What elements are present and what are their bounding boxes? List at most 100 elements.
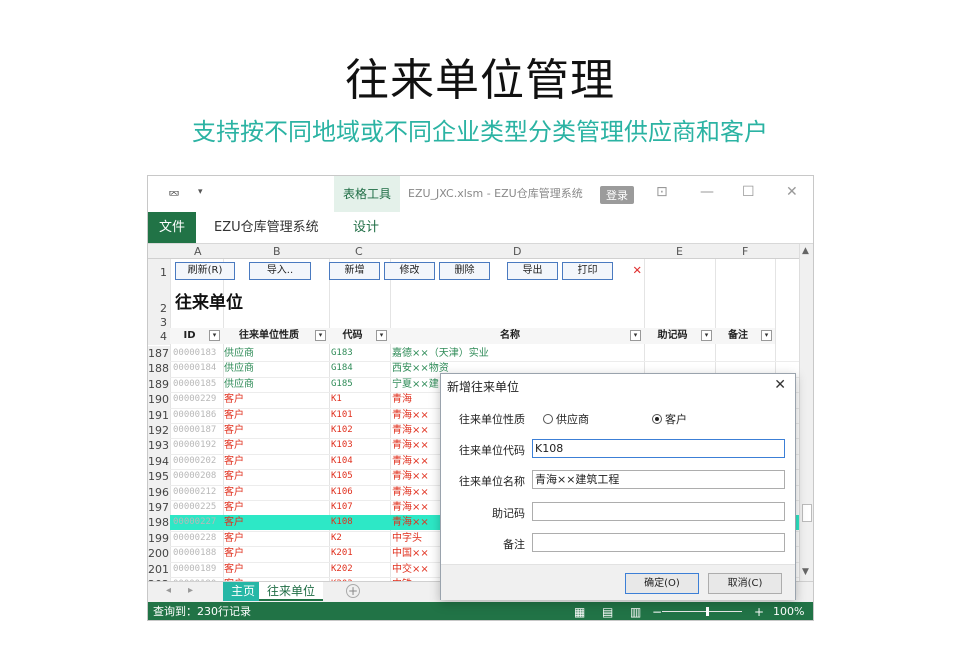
table-row[interactable]: 00000183 供应商 G183 嘉德××（天津）实业 bbox=[170, 346, 799, 361]
scroll-up-icon[interactable]: ▲ bbox=[802, 246, 809, 256]
filter-dropdown-icon[interactable]: ▾ bbox=[761, 330, 772, 341]
cell-type[interactable]: 客户 bbox=[224, 469, 244, 484]
filter-dropdown-icon[interactable]: ▾ bbox=[701, 330, 712, 341]
cell-id[interactable]: 00000229 bbox=[173, 392, 216, 407]
row-number[interactable]: 187 bbox=[148, 346, 170, 362]
cell-type[interactable]: 客户 bbox=[224, 423, 244, 438]
row-number[interactable]: 188 bbox=[148, 361, 170, 377]
edit-button[interactable]: 修改 bbox=[384, 262, 435, 280]
code-field[interactable]: K108 bbox=[532, 439, 785, 458]
zoom-slider-knob[interactable] bbox=[706, 607, 709, 616]
name-field[interactable]: 青海××建筑工程 bbox=[532, 470, 785, 489]
tab-design[interactable]: 设计 bbox=[353, 212, 379, 243]
filter-dropdown-icon[interactable]: ▾ bbox=[376, 330, 387, 341]
cell-type[interactable]: 客户 bbox=[224, 438, 244, 453]
header-mnemonic[interactable]: 助记码 ▾ bbox=[644, 328, 715, 344]
row-number[interactable]: 191 bbox=[148, 407, 170, 423]
zoom-out-icon[interactable]: − bbox=[652, 602, 662, 620]
ribbon-display-icon[interactable]: ⊡ bbox=[656, 184, 668, 200]
vertical-scrollbar[interactable]: ▲ ▼ bbox=[799, 244, 813, 581]
tab-ezu-system[interactable]: EZU仓库管理系统 bbox=[214, 212, 319, 243]
cell-id[interactable]: 00000227 bbox=[173, 515, 216, 530]
cell-name[interactable]: 青海×× bbox=[392, 485, 429, 500]
cell-type[interactable]: 供应商 bbox=[224, 377, 254, 392]
scrollbar-thumb[interactable] bbox=[802, 504, 812, 522]
cell-id[interactable]: 00000187 bbox=[173, 423, 216, 438]
row-number[interactable]: 4 bbox=[148, 331, 170, 345]
cell-id[interactable]: 00000183 bbox=[173, 346, 216, 361]
cell-name[interactable]: 青海×× bbox=[392, 469, 429, 484]
add-button[interactable]: 新增 bbox=[329, 262, 380, 280]
cell-type[interactable]: 客户 bbox=[224, 408, 244, 423]
tab-contacts-sheet[interactable]: 往来单位 bbox=[259, 582, 324, 601]
quick-access-dropdown-icon[interactable]: ▾ bbox=[198, 187, 203, 197]
cell-type[interactable]: 客户 bbox=[224, 546, 244, 561]
cell-name[interactable]: 青海×× bbox=[392, 438, 429, 453]
column-header-a[interactable]: A bbox=[194, 245, 202, 258]
cell-code[interactable]: G183 bbox=[331, 346, 353, 361]
mnemonic-field[interactable] bbox=[532, 502, 785, 521]
maximize-icon[interactable]: ☐ bbox=[742, 184, 755, 200]
row-number[interactable]: 194 bbox=[148, 453, 170, 470]
header-type[interactable]: 往来单位性质 ▾ bbox=[223, 328, 329, 344]
radio-customer[interactable]: 客户 bbox=[652, 411, 687, 427]
cell-code[interactable]: K102 bbox=[331, 423, 353, 438]
prev-sheet-icon[interactable]: ◂ bbox=[166, 585, 171, 596]
cell-type[interactable]: 供应商 bbox=[224, 361, 254, 376]
export-button[interactable]: 导出 bbox=[507, 262, 558, 280]
header-name[interactable]: 名称 ▾ bbox=[390, 328, 644, 344]
tab-home-sheet[interactable]: 主页 bbox=[223, 582, 264, 601]
cell-id[interactable]: 00000225 bbox=[173, 500, 216, 515]
zoom-level[interactable]: 100% bbox=[773, 602, 804, 620]
cell-name[interactable]: 嘉德××（天津）实业 bbox=[392, 346, 489, 361]
cell-name[interactable]: 青海×× bbox=[392, 408, 429, 423]
cell-id[interactable]: 00000186 bbox=[173, 408, 216, 423]
row-number[interactable]: 199 bbox=[148, 530, 170, 547]
normal-view-icon[interactable]: ▦ bbox=[574, 602, 585, 620]
row-number[interactable]: 195 bbox=[148, 469, 170, 485]
row-number[interactable]: 193 bbox=[148, 438, 170, 454]
row-number[interactable]: 189 bbox=[148, 376, 170, 393]
next-sheet-icon[interactable]: ▸ bbox=[188, 585, 193, 596]
row-number[interactable]: 200 bbox=[148, 546, 170, 562]
cell-id[interactable]: 00000212 bbox=[173, 485, 216, 500]
row-number[interactable]: 197 bbox=[148, 500, 170, 516]
delete-button[interactable]: 删除 bbox=[439, 262, 490, 280]
filter-dropdown-icon[interactable]: ▾ bbox=[630, 330, 641, 341]
cell-type[interactable]: 客户 bbox=[224, 454, 244, 469]
zoom-in-icon[interactable]: + bbox=[754, 602, 764, 620]
ok-button[interactable]: 确定(O) bbox=[625, 573, 699, 594]
row-number[interactable]: 198 bbox=[148, 515, 170, 531]
row-number[interactable]: 201 bbox=[148, 561, 170, 577]
cell-code[interactable]: G185 bbox=[331, 377, 353, 392]
radio-supplier-dot[interactable] bbox=[543, 414, 553, 424]
row-number[interactable]: 2 bbox=[148, 281, 170, 317]
cell-id[interactable]: 00000188 bbox=[173, 546, 216, 561]
filter-dropdown-icon[interactable]: ▾ bbox=[209, 330, 220, 341]
row-number[interactable]: 1 bbox=[148, 259, 170, 281]
cell-name[interactable]: 宁夏××建 bbox=[392, 377, 439, 392]
cell-code[interactable]: K106 bbox=[331, 485, 353, 500]
refresh-button[interactable]: 刷新(R) bbox=[175, 262, 235, 280]
cell-name[interactable]: 青海×× bbox=[392, 454, 429, 469]
cell-id[interactable]: 00000185 bbox=[173, 377, 216, 392]
cell-id[interactable]: 00000228 bbox=[173, 531, 216, 546]
tab-file[interactable]: 文件 bbox=[148, 212, 196, 243]
cell-id[interactable]: 00000208 bbox=[173, 469, 216, 484]
cell-type[interactable]: 客户 bbox=[224, 515, 244, 530]
cell-id[interactable]: 00000184 bbox=[173, 361, 216, 376]
row-number[interactable]: 190 bbox=[148, 392, 170, 408]
cell-code[interactable]: K105 bbox=[331, 469, 353, 484]
cell-name[interactable]: 中交×× bbox=[392, 562, 429, 577]
row-number[interactable]: 196 bbox=[148, 484, 170, 500]
cell-code[interactable]: K202 bbox=[331, 562, 353, 577]
login-button[interactable]: 登录 bbox=[600, 186, 634, 204]
cell-id[interactable]: 00000202 bbox=[173, 454, 216, 469]
cell-type[interactable]: 客户 bbox=[224, 500, 244, 515]
cell-name[interactable]: 青海×× bbox=[392, 500, 429, 515]
cell-code[interactable]: K201 bbox=[331, 546, 353, 561]
cell-type[interactable]: 客户 bbox=[224, 531, 244, 546]
cell-id[interactable]: 00000189 bbox=[173, 562, 216, 577]
scroll-down-icon[interactable]: ▼ bbox=[802, 567, 809, 577]
cancel-button[interactable]: 取消(C) bbox=[708, 573, 782, 594]
